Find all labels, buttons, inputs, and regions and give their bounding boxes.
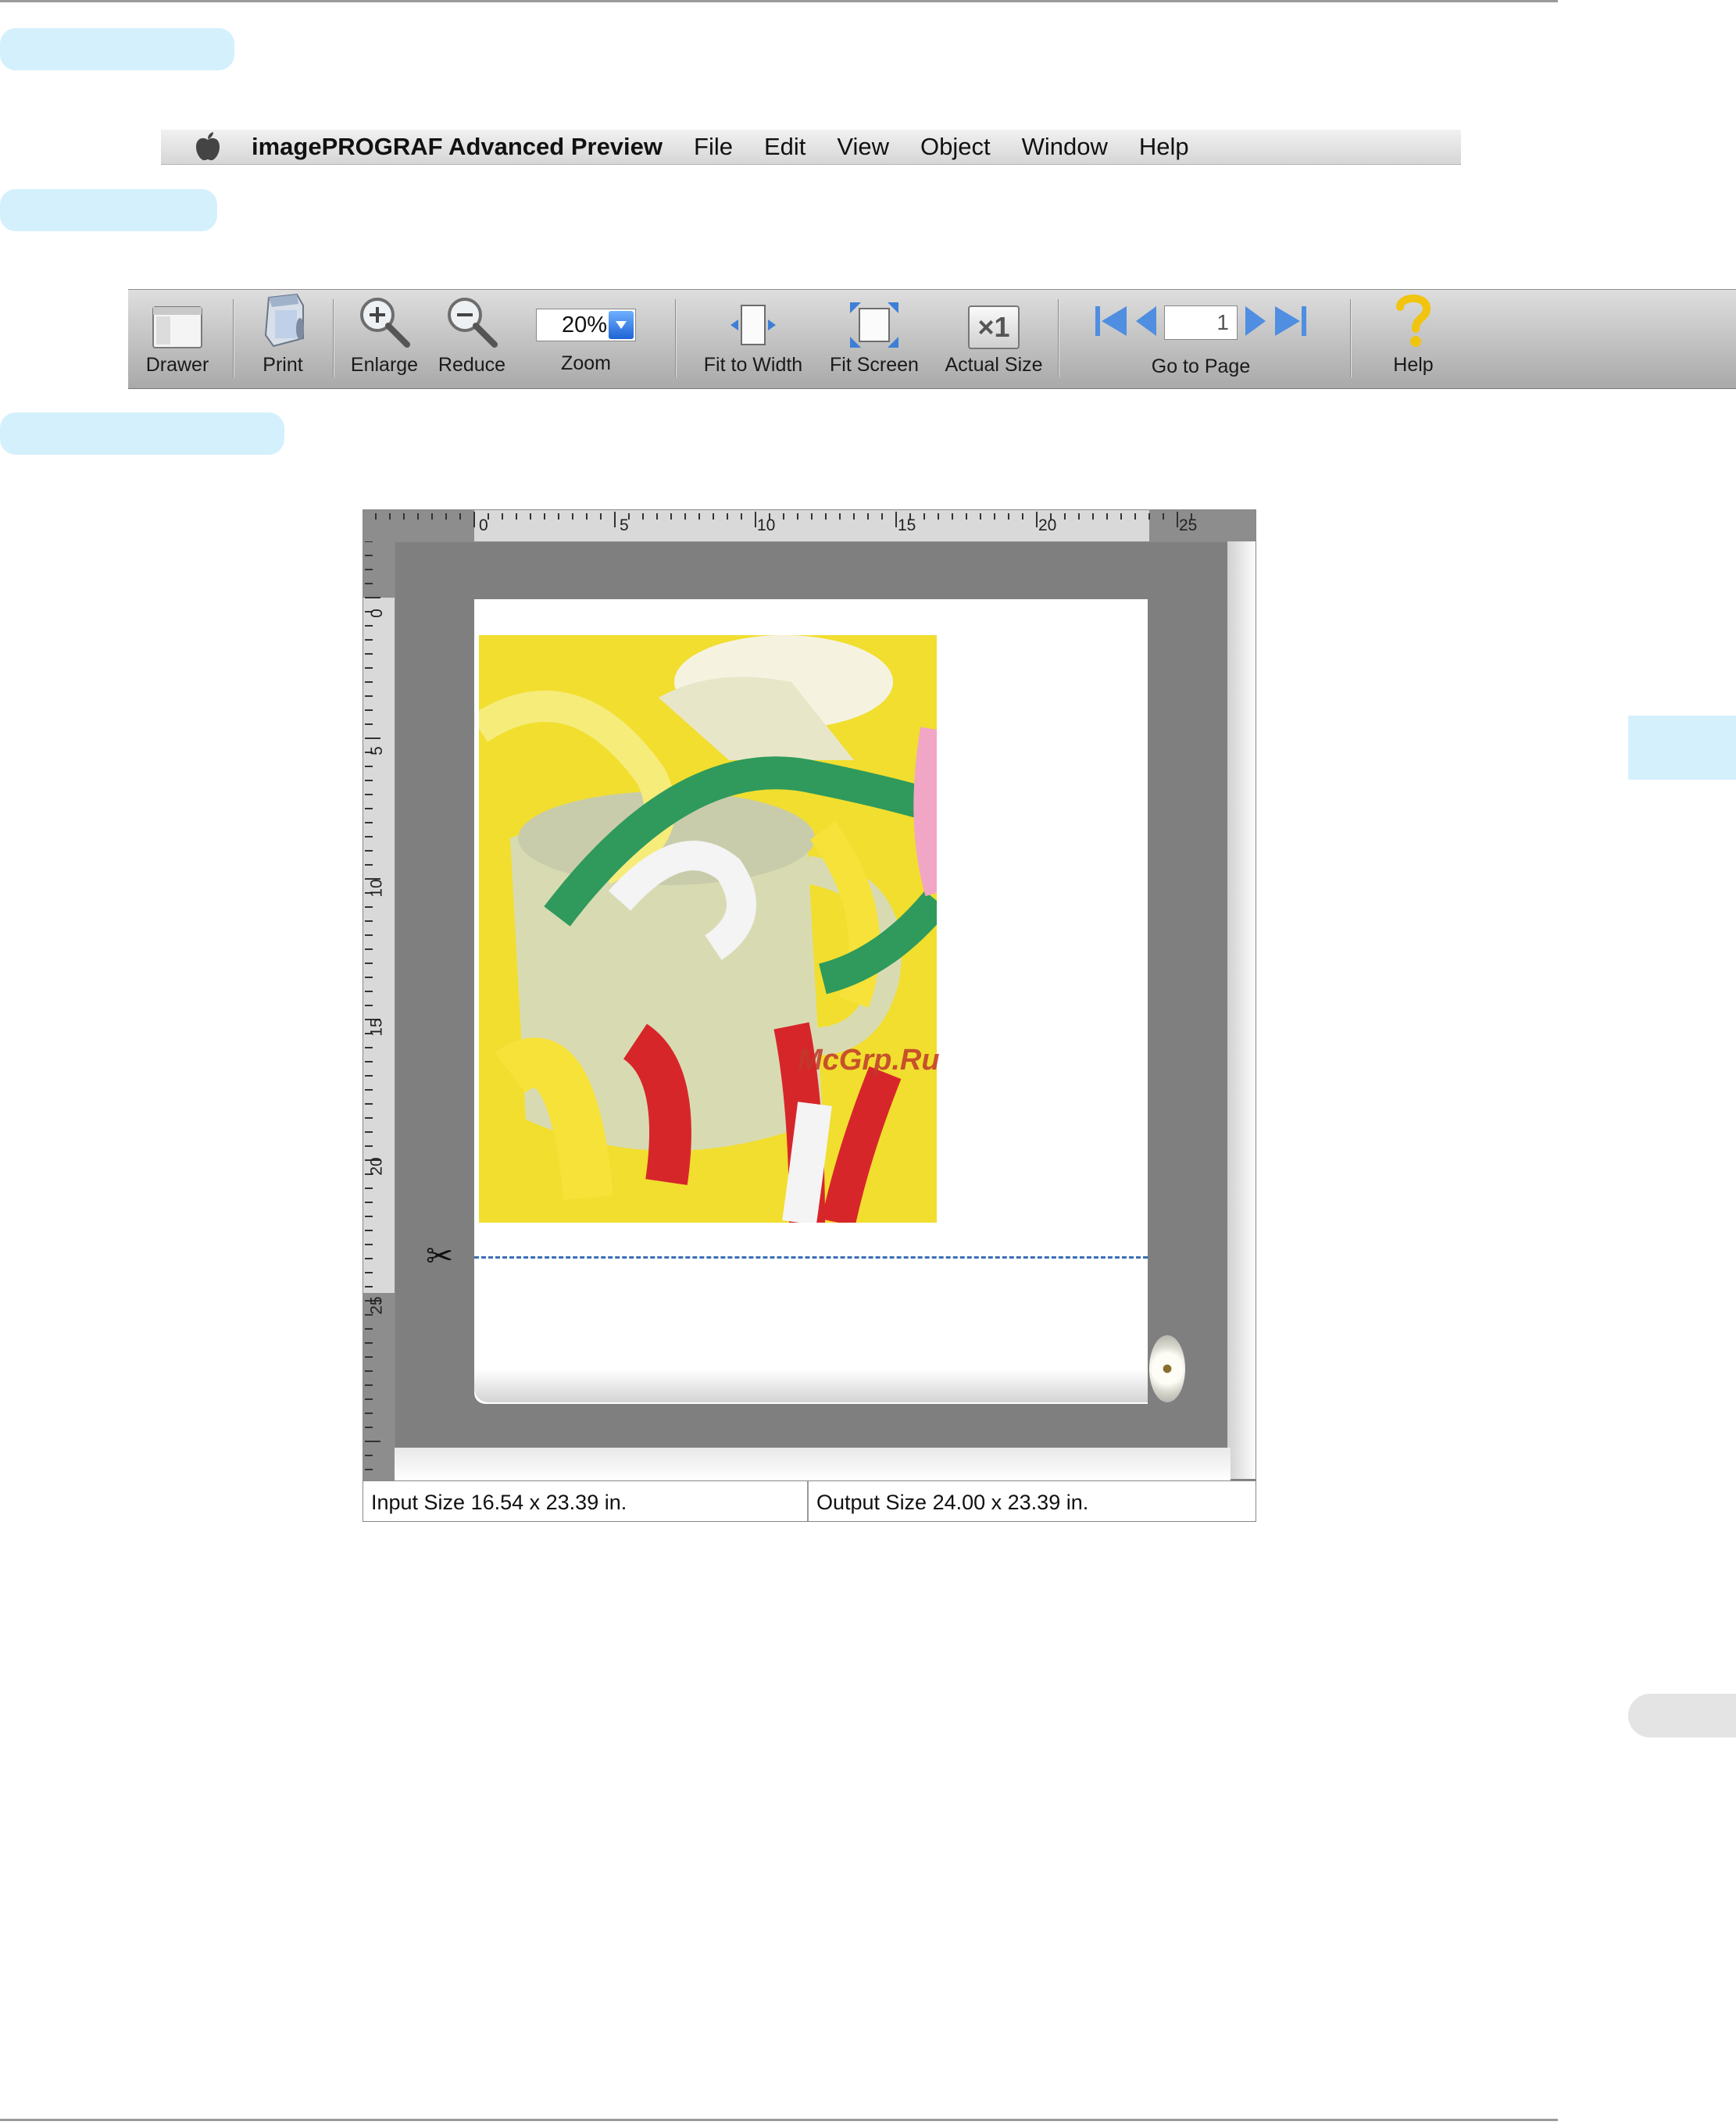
toolbar: Drawer Print Enlarge Reduce 20% Zoom Fit… (128, 289, 1736, 389)
actual-size-glyph: ×1 (977, 311, 1010, 343)
toolbar-separator (233, 299, 234, 377)
last-page-icon[interactable] (1273, 303, 1308, 343)
menu-bar: imagePROGRAF Advanced Preview File Edit … (161, 130, 1461, 165)
first-page-icon[interactable] (1094, 303, 1128, 343)
input-size-status: Input Size 16.54 x 23.39 in. (363, 1481, 809, 1521)
ruler-tick-label: 20 (367, 1157, 386, 1176)
drawer-icon (152, 290, 203, 349)
horizontal-ruler: 0 5 10 15 20 25 (363, 510, 1256, 542)
toolbar-separator (333, 299, 334, 377)
fit-to-width-button[interactable]: Fit to Width (691, 290, 816, 388)
print-label: Print (263, 354, 303, 376)
menu-help[interactable]: Help (1139, 133, 1189, 161)
ruler-tick-label: 20 (1038, 516, 1057, 534)
watermark-text: McGrp.Ru (798, 1044, 940, 1077)
actual-size-label: Actual Size (945, 354, 1043, 376)
ruler-tick-label: 0 (367, 609, 386, 618)
go-to-page-control: 1 Go to Page (1080, 290, 1322, 388)
enlarge-button[interactable]: Enlarge (345, 290, 423, 388)
fit-screen-label: Fit Screen (830, 354, 919, 376)
zoom-select[interactable]: 20% (536, 309, 636, 341)
go-to-page-label: Go to Page (1151, 355, 1251, 377)
drawer-button[interactable]: Drawer (134, 290, 220, 388)
reduce-label: Reduce (438, 354, 506, 376)
zoom-out-icon (445, 290, 499, 349)
section-heading-pill (0, 189, 217, 231)
vertical-ruler-ticks (365, 541, 380, 1470)
menu-edit[interactable]: Edit (764, 133, 805, 161)
fit-screen-icon (848, 290, 900, 349)
ruler-tick-label: 15 (898, 516, 916, 534)
print-button[interactable]: Print (244, 290, 322, 388)
top-rule (0, 0, 1558, 2)
index-side-tab (1628, 1694, 1736, 1738)
ruler-tick-label: 10 (757, 516, 776, 534)
output-size-status: Output Size 24.00 x 23.39 in. (816, 1490, 1089, 1514)
enlarge-label: Enlarge (350, 354, 419, 376)
help-icon (1394, 290, 1433, 349)
vertical-ruler: 0 5 10 15 20 25 (363, 541, 395, 1480)
ruler-tick-label: 15 (367, 1018, 386, 1037)
fit-screen-button[interactable]: Fit Screen (817, 290, 931, 388)
menu-app-name[interactable]: imagePROGRAF Advanced Preview (252, 133, 663, 161)
paper-roll-icon (1149, 1335, 1185, 1402)
printer-icon (258, 290, 308, 349)
preview-shadow-bottom (395, 1448, 1231, 1480)
status-bar: Input Size 16.54 x 23.39 in. Output Size… (363, 1480, 1256, 1521)
cut-line (474, 1256, 1148, 1259)
page-number-value: 1 (1216, 310, 1229, 334)
ruler-tick-label: 25 (1179, 516, 1198, 534)
section-heading-pill (0, 28, 234, 70)
toolbar-separator (1058, 299, 1059, 377)
ruler-tick-label: 10 (367, 879, 386, 898)
preview-shadow-right (1227, 541, 1256, 1479)
next-page-icon[interactable] (1244, 303, 1267, 343)
help-label: Help (1393, 354, 1434, 376)
scissors-icon[interactable]: ✂ (426, 1237, 453, 1275)
fit-to-width-label: Fit to Width (703, 354, 803, 376)
toolbar-separator (675, 299, 677, 377)
ruler-tick-label: 5 (367, 746, 386, 755)
print-image[interactable] (479, 635, 937, 1223)
ruler-tick-label: 5 (620, 516, 629, 534)
ruler-tick-label: 0 (479, 516, 488, 534)
actual-size-button[interactable]: ×1 Actual Size (933, 290, 1055, 388)
apple-icon[interactable] (192, 130, 223, 164)
zoom-control: 20% Zoom (522, 290, 650, 388)
preview-window: 0 5 10 15 20 25 0 5 10 15 20 25 McGrp.Ru… (363, 509, 1256, 1522)
menu-object[interactable]: Object (920, 133, 991, 161)
toolbar-separator (1350, 299, 1352, 377)
zoom-value: 20% (561, 312, 607, 338)
menu-view[interactable]: View (837, 133, 889, 161)
zoom-in-icon (357, 290, 412, 349)
horizontal-ruler-ticks (375, 512, 1192, 527)
previous-page-icon[interactable] (1134, 303, 1158, 343)
help-button[interactable]: Help (1378, 290, 1448, 388)
bottom-rule (0, 2119, 1558, 2121)
page-number-field[interactable]: 1 (1164, 305, 1238, 340)
menu-window[interactable]: Window (1022, 133, 1108, 161)
paper-roll-curl (474, 1370, 1148, 1402)
zoom-label: Zoom (561, 352, 611, 374)
menu-file[interactable]: File (694, 133, 733, 161)
fit-to-width-icon (727, 290, 779, 349)
drawer-label: Drawer (145, 354, 209, 376)
actual-size-icon: ×1 (968, 290, 1020, 349)
section-heading-pill (0, 412, 284, 455)
chapter-side-tab (1628, 716, 1736, 780)
ruler-tick-label: 25 (367, 1296, 386, 1315)
reduce-button[interactable]: Reduce (433, 290, 511, 388)
chevron-down-icon[interactable] (609, 311, 634, 339)
